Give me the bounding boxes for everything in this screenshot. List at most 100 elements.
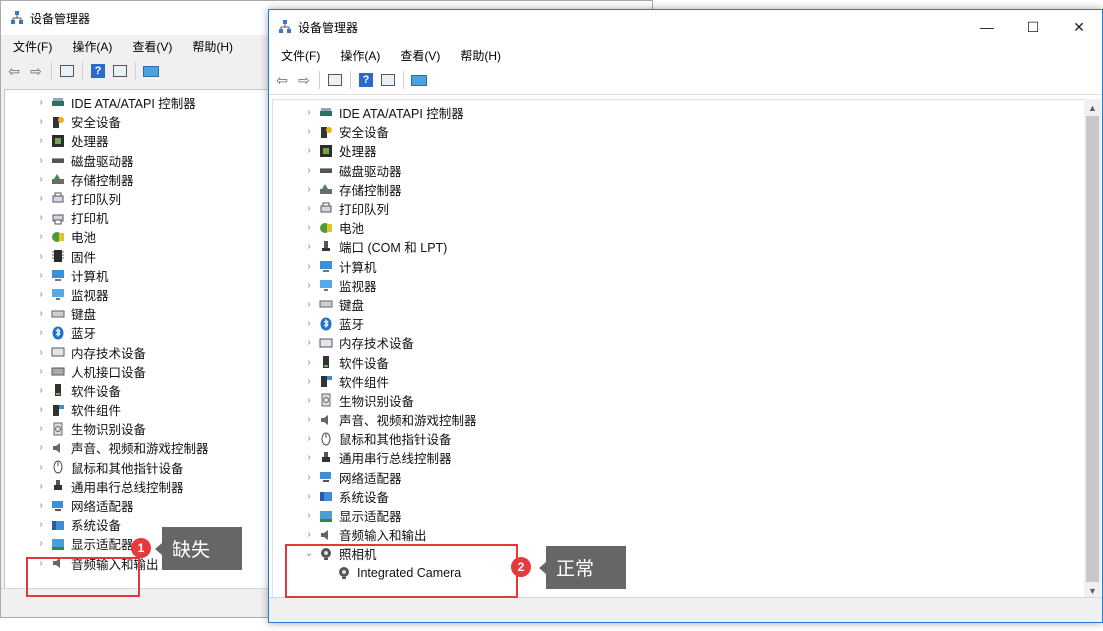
chevron-right-icon[interactable]: › [35,519,47,530]
chevron-right-icon[interactable]: › [35,174,47,185]
help-icon[interactable]: ? [357,72,375,88]
maximize-button[interactable]: ☐ [1010,10,1056,44]
chevron-right-icon[interactable]: › [303,376,315,387]
chevron-right-icon[interactable]: › [303,472,315,483]
chevron-right-icon[interactable]: › [303,299,315,310]
tree-node[interactable]: › 安全设备 [273,122,1084,141]
menu-item[interactable]: 文件(F) [269,47,328,64]
chevron-right-icon[interactable]: › [303,222,315,233]
title-bar[interactable]: 设备管理器 — ☐ ✕ [269,10,1102,44]
chevron-right-icon[interactable]: › [303,261,315,272]
minimize-button[interactable]: — [964,10,1010,44]
chevron-right-icon[interactable]: › [35,327,47,338]
tree-node[interactable]: › 蓝牙 [273,314,1084,333]
chevron-right-icon[interactable]: › [35,462,47,473]
show-hide-console-tree-icon[interactable] [58,63,76,79]
chevron-right-icon[interactable]: › [35,193,47,204]
chevron-right-icon[interactable]: › [303,126,315,137]
menu-item[interactable]: 查看(V) [120,38,180,55]
chevron-right-icon[interactable]: › [303,318,315,329]
tree-node-label: 打印队列 [71,193,122,208]
chevron-right-icon[interactable]: › [35,251,47,262]
chevron-right-icon[interactable]: › [35,97,47,108]
tree-node[interactable]: › 网络适配器 [273,468,1084,487]
chevron-right-icon[interactable]: › [35,442,47,453]
chevron-right-icon[interactable]: › [303,452,315,463]
tree-node[interactable]: › 打印队列 [273,199,1084,218]
scan-hardware-icon[interactable] [410,72,428,88]
tree-node[interactable]: › 电池 [273,218,1084,237]
chevron-right-icon[interactable]: › [303,491,315,502]
tree-node[interactable]: › 鼠标和其他指针设备 [273,429,1084,448]
tree-node[interactable]: › 内存技术设备 [273,333,1084,352]
chevron-right-icon[interactable]: › [35,231,47,242]
chevron-right-icon[interactable]: › [303,337,315,348]
chevron-right-icon[interactable]: › [303,414,315,425]
vertical-scrollbar[interactable]: ▲ ▼ [1084,99,1101,599]
chevron-right-icon[interactable]: › [303,165,315,176]
chevron-right-icon[interactable]: › [35,538,47,549]
tree-node[interactable]: › IDE ATA/ATAPI 控制器 [273,103,1084,122]
tree-node[interactable]: › 显示适配器 [273,506,1084,525]
tree-node[interactable]: › 键盘 [273,295,1084,314]
chevron-right-icon[interactable]: › [35,347,47,358]
chevron-right-icon[interactable]: › [35,481,47,492]
back-arrow-icon[interactable]: ⇦ [273,72,291,88]
properties-icon[interactable] [379,72,397,88]
chevron-right-icon[interactable]: › [303,145,315,156]
help-icon[interactable]: ? [89,63,107,79]
menu-item[interactable]: 文件(F) [1,38,60,55]
toolbar-separator [51,62,52,80]
chevron-right-icon[interactable]: › [35,212,47,223]
chevron-right-icon[interactable]: › [35,155,47,166]
tree-node[interactable]: › 监视器 [273,276,1084,295]
tree-node[interactable]: › 生物识别设备 [273,391,1084,410]
chevron-right-icon[interactable]: › [303,203,315,214]
chevron-right-icon[interactable]: › [35,385,47,396]
chevron-right-icon[interactable]: › [35,404,47,415]
chevron-right-icon[interactable]: › [303,529,315,540]
tree-node[interactable]: › 音频输入和输出 [273,525,1084,544]
properties-icon[interactable] [111,63,129,79]
chevron-right-icon[interactable]: › [303,241,315,252]
tree-node[interactable]: › 计算机 [273,257,1084,276]
chevron-right-icon[interactable]: › [35,423,47,434]
tree-node[interactable]: › 端口 (COM 和 LPT) [273,237,1084,256]
chevron-right-icon[interactable]: › [303,510,315,521]
tree-node[interactable]: › 通用串行总线控制器 [273,448,1084,467]
tree-node[interactable]: › 软件组件 [273,372,1084,391]
scroll-up-icon[interactable]: ▲ [1084,99,1101,116]
menu-item[interactable]: 查看(V) [388,47,448,64]
chevron-right-icon[interactable]: › [303,433,315,444]
chevron-right-icon[interactable]: › [303,357,315,368]
tree-node[interactable]: › 声音、视频和游戏控制器 [273,410,1084,429]
chevron-right-icon[interactable]: › [303,280,315,291]
menu-item[interactable]: 帮助(H) [448,47,509,64]
chevron-right-icon[interactable]: › [35,289,47,300]
tree-node-label: 软件设备 [71,384,122,399]
tree-node[interactable]: › 磁盘驱动器 [273,161,1084,180]
chevron-right-icon[interactable]: › [303,184,315,195]
forward-arrow-icon[interactable]: ⇨ [295,72,313,88]
chevron-right-icon[interactable]: › [303,395,315,406]
menu-item[interactable]: 操作(A) [328,47,388,64]
show-hide-console-tree-icon[interactable] [326,72,344,88]
forward-arrow-icon[interactable]: ⇨ [27,63,45,79]
chevron-right-icon[interactable]: › [35,135,47,146]
chevron-right-icon[interactable]: › [303,107,315,118]
scan-hardware-icon[interactable] [142,63,160,79]
tree-node[interactable]: › 存储控制器 [273,180,1084,199]
chevron-right-icon[interactable]: › [35,308,47,319]
tree-node[interactable]: › 软件设备 [273,352,1084,371]
scrollbar-thumb[interactable] [1086,116,1099,582]
close-button[interactable]: ✕ [1056,10,1102,44]
chevron-right-icon[interactable]: › [35,270,47,281]
menu-item[interactable]: 操作(A) [60,38,120,55]
tree-node[interactable]: › 处理器 [273,141,1084,160]
chevron-right-icon[interactable]: › [35,500,47,511]
chevron-right-icon[interactable]: › [35,116,47,127]
back-arrow-icon[interactable]: ⇦ [5,63,23,79]
menu-item[interactable]: 帮助(H) [180,38,241,55]
tree-node[interactable]: › 系统设备 [273,487,1084,506]
chevron-right-icon[interactable]: › [35,366,47,377]
